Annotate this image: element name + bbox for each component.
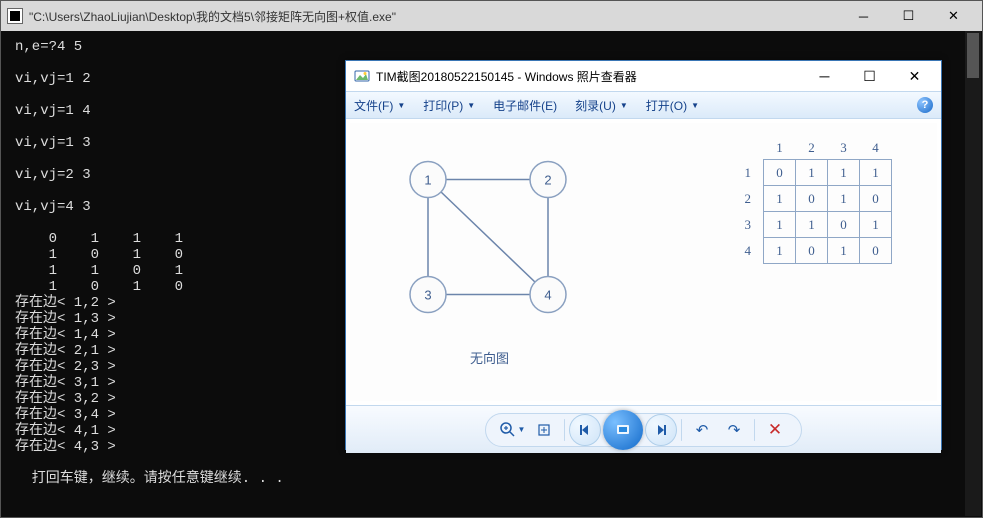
matrix-col-1: 1 bbox=[764, 137, 796, 160]
console-close-button[interactable]: ✕ bbox=[931, 1, 976, 31]
help-button[interactable]: ? bbox=[917, 97, 933, 113]
matrix-cell: 1 bbox=[860, 212, 892, 238]
slideshow-button[interactable] bbox=[603, 410, 643, 450]
console-titlebar: "C:\Users\ZhaoLiujian\Desktop\我的文档5\邻接矩阵… bbox=[1, 1, 982, 31]
menu-burn-label: 刻录(U) bbox=[575, 97, 616, 114]
matrix-col-2: 2 bbox=[796, 137, 828, 160]
matrix-row-2: 2 bbox=[733, 186, 764, 212]
console-maximize-button[interactable]: ☐ bbox=[886, 1, 931, 31]
menu-file[interactable]: 文件(F) ▼ bbox=[354, 97, 405, 114]
viewer-menu-bar: 文件(F) ▼ 打印(P) ▼ 电子邮件(E) 刻录(U) ▼ 打开(O) ▼ ? bbox=[346, 91, 941, 119]
console-title: "C:\Users\ZhaoLiujian\Desktop\我的文档5\邻接矩阵… bbox=[29, 8, 841, 25]
caret-icon: ▼ bbox=[518, 425, 526, 434]
matrix-cell: 0 bbox=[764, 160, 796, 186]
graph-diagram: 1 2 3 4 bbox=[388, 137, 588, 352]
matrix-cell: 0 bbox=[828, 212, 860, 238]
matrix-cell: 1 bbox=[860, 160, 892, 186]
viewer-footer: ▼ ↶ ↷ ✕ bbox=[346, 405, 941, 453]
matrix-cell: 0 bbox=[796, 186, 828, 212]
menu-open-label: 打开(O) bbox=[646, 97, 687, 114]
graph-node-4: 4 bbox=[544, 288, 551, 303]
fit-button[interactable] bbox=[528, 416, 560, 444]
matrix-col-3: 3 bbox=[828, 137, 860, 160]
matrix-cell: 1 bbox=[828, 186, 860, 212]
adjacency-matrix: 1 2 3 4 1 0 1 1 1 2 1 0 1 0 bbox=[733, 137, 893, 264]
rotate-cw-button[interactable]: ↷ bbox=[718, 416, 750, 444]
separator bbox=[564, 419, 565, 441]
matrix-cell: 1 bbox=[764, 212, 796, 238]
viewer-maximize-button[interactable]: ☐ bbox=[847, 63, 892, 89]
matrix-row-3: 3 bbox=[733, 212, 764, 238]
matrix-cell: 0 bbox=[796, 238, 828, 264]
console-app-icon bbox=[7, 8, 23, 24]
viewer-canvas: 1 2 3 4 1 2 3 4 bbox=[350, 123, 937, 401]
menu-email-label: 电子邮件(E) bbox=[493, 97, 557, 114]
scrollbar-thumb[interactable] bbox=[967, 33, 979, 78]
viewer-app-icon bbox=[354, 68, 370, 84]
matrix-col-4: 4 bbox=[860, 137, 892, 160]
caret-icon: ▼ bbox=[691, 101, 699, 110]
matrix-cell: 0 bbox=[860, 238, 892, 264]
graph-node-1: 1 bbox=[424, 173, 431, 188]
matrix-cell: 0 bbox=[860, 186, 892, 212]
matrix-row-4: 4 bbox=[733, 238, 764, 264]
prev-button[interactable] bbox=[569, 414, 601, 446]
next-button[interactable] bbox=[645, 414, 677, 446]
matrix-cell: 1 bbox=[796, 212, 828, 238]
separator bbox=[754, 419, 755, 441]
console-minimize-button[interactable]: ─ bbox=[841, 1, 886, 31]
menu-print[interactable]: 打印(P) ▼ bbox=[423, 97, 475, 114]
viewer-title: TIM截图20180522150145 - Windows 照片查看器 bbox=[376, 68, 802, 85]
zoom-in-button[interactable]: ▼ bbox=[496, 416, 528, 444]
rotate-ccw-button[interactable]: ↶ bbox=[686, 416, 718, 444]
menu-email[interactable]: 电子邮件(E) bbox=[493, 97, 557, 114]
caret-icon: ▼ bbox=[467, 101, 475, 110]
menu-file-label: 文件(F) bbox=[354, 97, 393, 114]
menu-burn[interactable]: 刻录(U) ▼ bbox=[575, 97, 628, 114]
menu-open[interactable]: 打开(O) ▼ bbox=[646, 97, 699, 114]
graph-node-2: 2 bbox=[544, 173, 551, 188]
delete-button[interactable]: ✕ bbox=[759, 416, 791, 444]
matrix-row-1: 1 bbox=[733, 160, 764, 186]
graph-node-3: 3 bbox=[424, 288, 431, 303]
viewer-tool-pill: ▼ ↶ ↷ ✕ bbox=[485, 413, 802, 447]
graph-caption: 无向图 bbox=[470, 348, 509, 367]
matrix-cell: 1 bbox=[764, 238, 796, 264]
matrix-cell: 1 bbox=[796, 160, 828, 186]
console-scrollbar[interactable] bbox=[965, 31, 981, 516]
matrix-cell: 1 bbox=[828, 238, 860, 264]
viewer-titlebar: TIM截图20180522150145 - Windows 照片查看器 ─ ☐ … bbox=[346, 61, 941, 91]
caret-icon: ▼ bbox=[397, 101, 405, 110]
matrix-cell: 1 bbox=[764, 186, 796, 212]
photo-viewer-window: TIM截图20180522150145 - Windows 照片查看器 ─ ☐ … bbox=[345, 60, 942, 450]
menu-print-label: 打印(P) bbox=[423, 97, 463, 114]
viewer-minimize-button[interactable]: ─ bbox=[802, 63, 847, 89]
viewer-close-button[interactable]: ✕ bbox=[892, 63, 937, 89]
separator bbox=[681, 419, 682, 441]
matrix-cell: 1 bbox=[828, 160, 860, 186]
caret-icon: ▼ bbox=[620, 101, 628, 110]
